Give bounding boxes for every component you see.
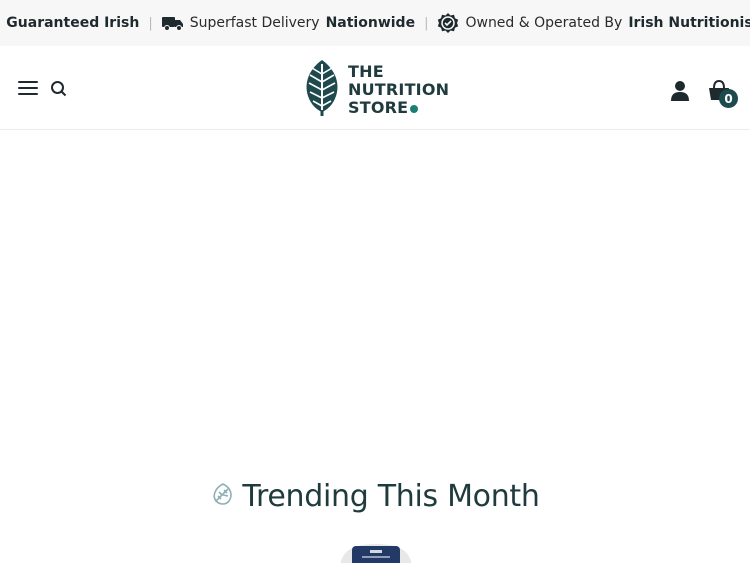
separator: | xyxy=(424,15,429,31)
cart-count-badge[interactable]: 0 xyxy=(719,89,738,108)
product-image[interactable] xyxy=(338,540,414,563)
logo-wordmark: THE NUTRITION STORE xyxy=(348,63,449,117)
leaf-logo-icon xyxy=(302,58,342,122)
irish-nutritionists-text: Irish Nutritionists xyxy=(628,15,750,31)
guaranteed-irish-text: Guaranteed Irish xyxy=(6,15,140,31)
trending-section-heading: Trending This Month xyxy=(0,476,750,516)
hero-banner xyxy=(0,131,750,451)
delivery-item: Superfast Delivery Nationwide xyxy=(161,15,416,31)
logo-dot xyxy=(410,105,419,113)
delivery-bold-text: Nationwide xyxy=(325,15,416,31)
site-logo[interactable]: THE NUTRITION STORE xyxy=(302,59,450,121)
trending-title: Trending This Month xyxy=(242,478,540,514)
announcement-bar: Guaranteed Irish | Superfast Delivery Na… xyxy=(0,0,750,46)
delivery-text: Superfast Delivery xyxy=(189,15,320,31)
separator: | xyxy=(148,15,153,31)
owned-operated-text: Owned & Operated By xyxy=(465,15,623,31)
logo-line-1: THE xyxy=(348,62,384,81)
search-icon[interactable] xyxy=(50,80,68,98)
account-icon[interactable] xyxy=(670,80,690,102)
seal-badge-icon xyxy=(437,12,459,34)
delivery-truck-icon xyxy=(161,15,184,31)
logo-line-2: NUTRITION xyxy=(348,80,450,99)
guaranteed-irish-item: Guaranteed Irish xyxy=(0,13,139,33)
site-header: THE NUTRITION STORE 0 xyxy=(0,46,750,130)
owned-operated-item: Owned & Operated By Irish Nutritionists xyxy=(437,12,750,34)
logo-line-3: STORE xyxy=(348,99,449,117)
hamburger-menu-icon[interactable] xyxy=(18,80,38,96)
leaf-icon xyxy=(210,481,236,511)
